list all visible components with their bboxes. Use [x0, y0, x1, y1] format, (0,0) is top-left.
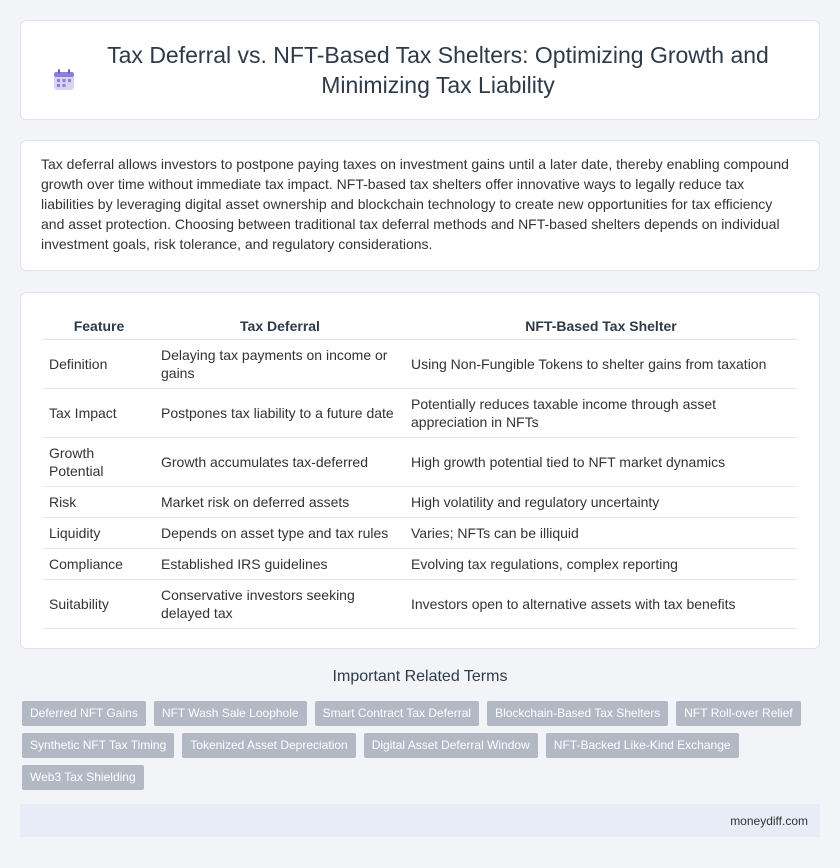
related-term-tag[interactable]: Digital Asset Deferral Window: [363, 733, 538, 758]
related-term-tag[interactable]: Smart Contract Tax Deferral: [314, 701, 480, 726]
row-feature: Liquidity: [43, 517, 155, 549]
table-row: Risk Market risk on deferred assets High…: [43, 486, 797, 518]
row-nft-shelter: High growth potential tied to NFT market…: [405, 437, 797, 487]
related-term-tag[interactable]: NFT-Backed Like-Kind Exchange: [545, 733, 739, 758]
row-feature: Risk: [43, 486, 155, 518]
row-feature: Tax Impact: [43, 388, 155, 438]
table-row: Suitability Conservative investors seeki…: [43, 579, 797, 629]
row-nft-shelter: Investors open to alternative assets wit…: [405, 579, 797, 629]
header-nft-shelter: NFT-Based Tax Shelter: [405, 313, 797, 340]
related-term-tag[interactable]: NFT Roll-over Relief: [676, 701, 801, 726]
row-tax-deferral: Established IRS guidelines: [155, 548, 405, 580]
row-feature: Growth Potential: [43, 437, 155, 487]
related-term-tag[interactable]: Synthetic NFT Tax Timing: [22, 733, 175, 758]
calendar-icon: [52, 68, 76, 92]
footer: moneydiff.com: [20, 804, 820, 837]
table-row: Tax Impact Postpones tax liability to a …: [43, 388, 797, 438]
related-term-tag[interactable]: Blockchain-Based Tax Shelters: [487, 701, 669, 726]
row-tax-deferral: Delaying tax payments on income or gains: [155, 339, 405, 389]
comparison-card: Feature Tax Deferral NFT-Based Tax Shelt…: [20, 292, 820, 649]
table-row: Growth Potential Growth accumulates tax-…: [43, 437, 797, 487]
related-terms-tags: Deferred NFT Gains NFT Wash Sale Loophol…: [22, 701, 812, 797]
related-term-tag[interactable]: Tokenized Asset Depreciation: [182, 733, 356, 758]
comparison-table: Feature Tax Deferral NFT-Based Tax Shelt…: [43, 313, 797, 629]
row-nft-shelter: Varies; NFTs can be illiquid: [405, 517, 797, 549]
intro-text: Tax deferral allows investors to postpon…: [41, 156, 789, 252]
table-header-row: Feature Tax Deferral NFT-Based Tax Shelt…: [43, 313, 797, 340]
row-nft-shelter: High volatility and regulatory uncertain…: [405, 486, 797, 518]
table-row: Compliance Established IRS guidelines Ev…: [43, 548, 797, 580]
row-tax-deferral: Conservative investors seeking delayed t…: [155, 579, 405, 629]
row-feature: Definition: [43, 339, 155, 389]
row-tax-deferral: Market risk on deferred assets: [155, 486, 405, 518]
related-term-tag[interactable]: Web3 Tax Shielding: [22, 765, 144, 790]
related-term-tag[interactable]: Deferred NFT Gains: [22, 701, 146, 726]
title-wrap: Tax Deferral vs. NFT-Based Tax Shelters:…: [40, 40, 800, 100]
row-nft-shelter: Using Non-Fungible Tokens to shelter gai…: [405, 339, 797, 389]
row-tax-deferral: Depends on asset type and tax rules: [155, 517, 405, 549]
table-row: Definition Delaying tax payments on inco…: [43, 339, 797, 389]
header-tax-deferral: Tax Deferral: [155, 313, 405, 340]
row-tax-deferral: Growth accumulates tax-deferred: [155, 437, 405, 487]
row-feature: Compliance: [43, 548, 155, 580]
related-terms-title: Important Related Terms: [332, 668, 508, 685]
row-tax-deferral: Postpones tax liability to a future date: [155, 388, 405, 438]
footer-site[interactable]: moneydiff.com: [730, 814, 808, 828]
row-feature: Suitability: [43, 579, 155, 629]
intro-card: Tax deferral allows investors to postpon…: [20, 140, 820, 271]
row-nft-shelter: Potentially reduces taxable income throu…: [405, 388, 797, 438]
header-card: Tax Deferral vs. NFT-Based Tax Shelters:…: [20, 20, 820, 120]
row-nft-shelter: Evolving tax regulations, complex report…: [405, 548, 797, 580]
page-title: Tax Deferral vs. NFT-Based Tax Shelters:…: [107, 42, 769, 98]
related-term-tag[interactable]: NFT Wash Sale Loophole: [153, 701, 307, 726]
table-row: Liquidity Depends on asset type and tax …: [43, 517, 797, 549]
header-feature: Feature: [43, 313, 155, 340]
